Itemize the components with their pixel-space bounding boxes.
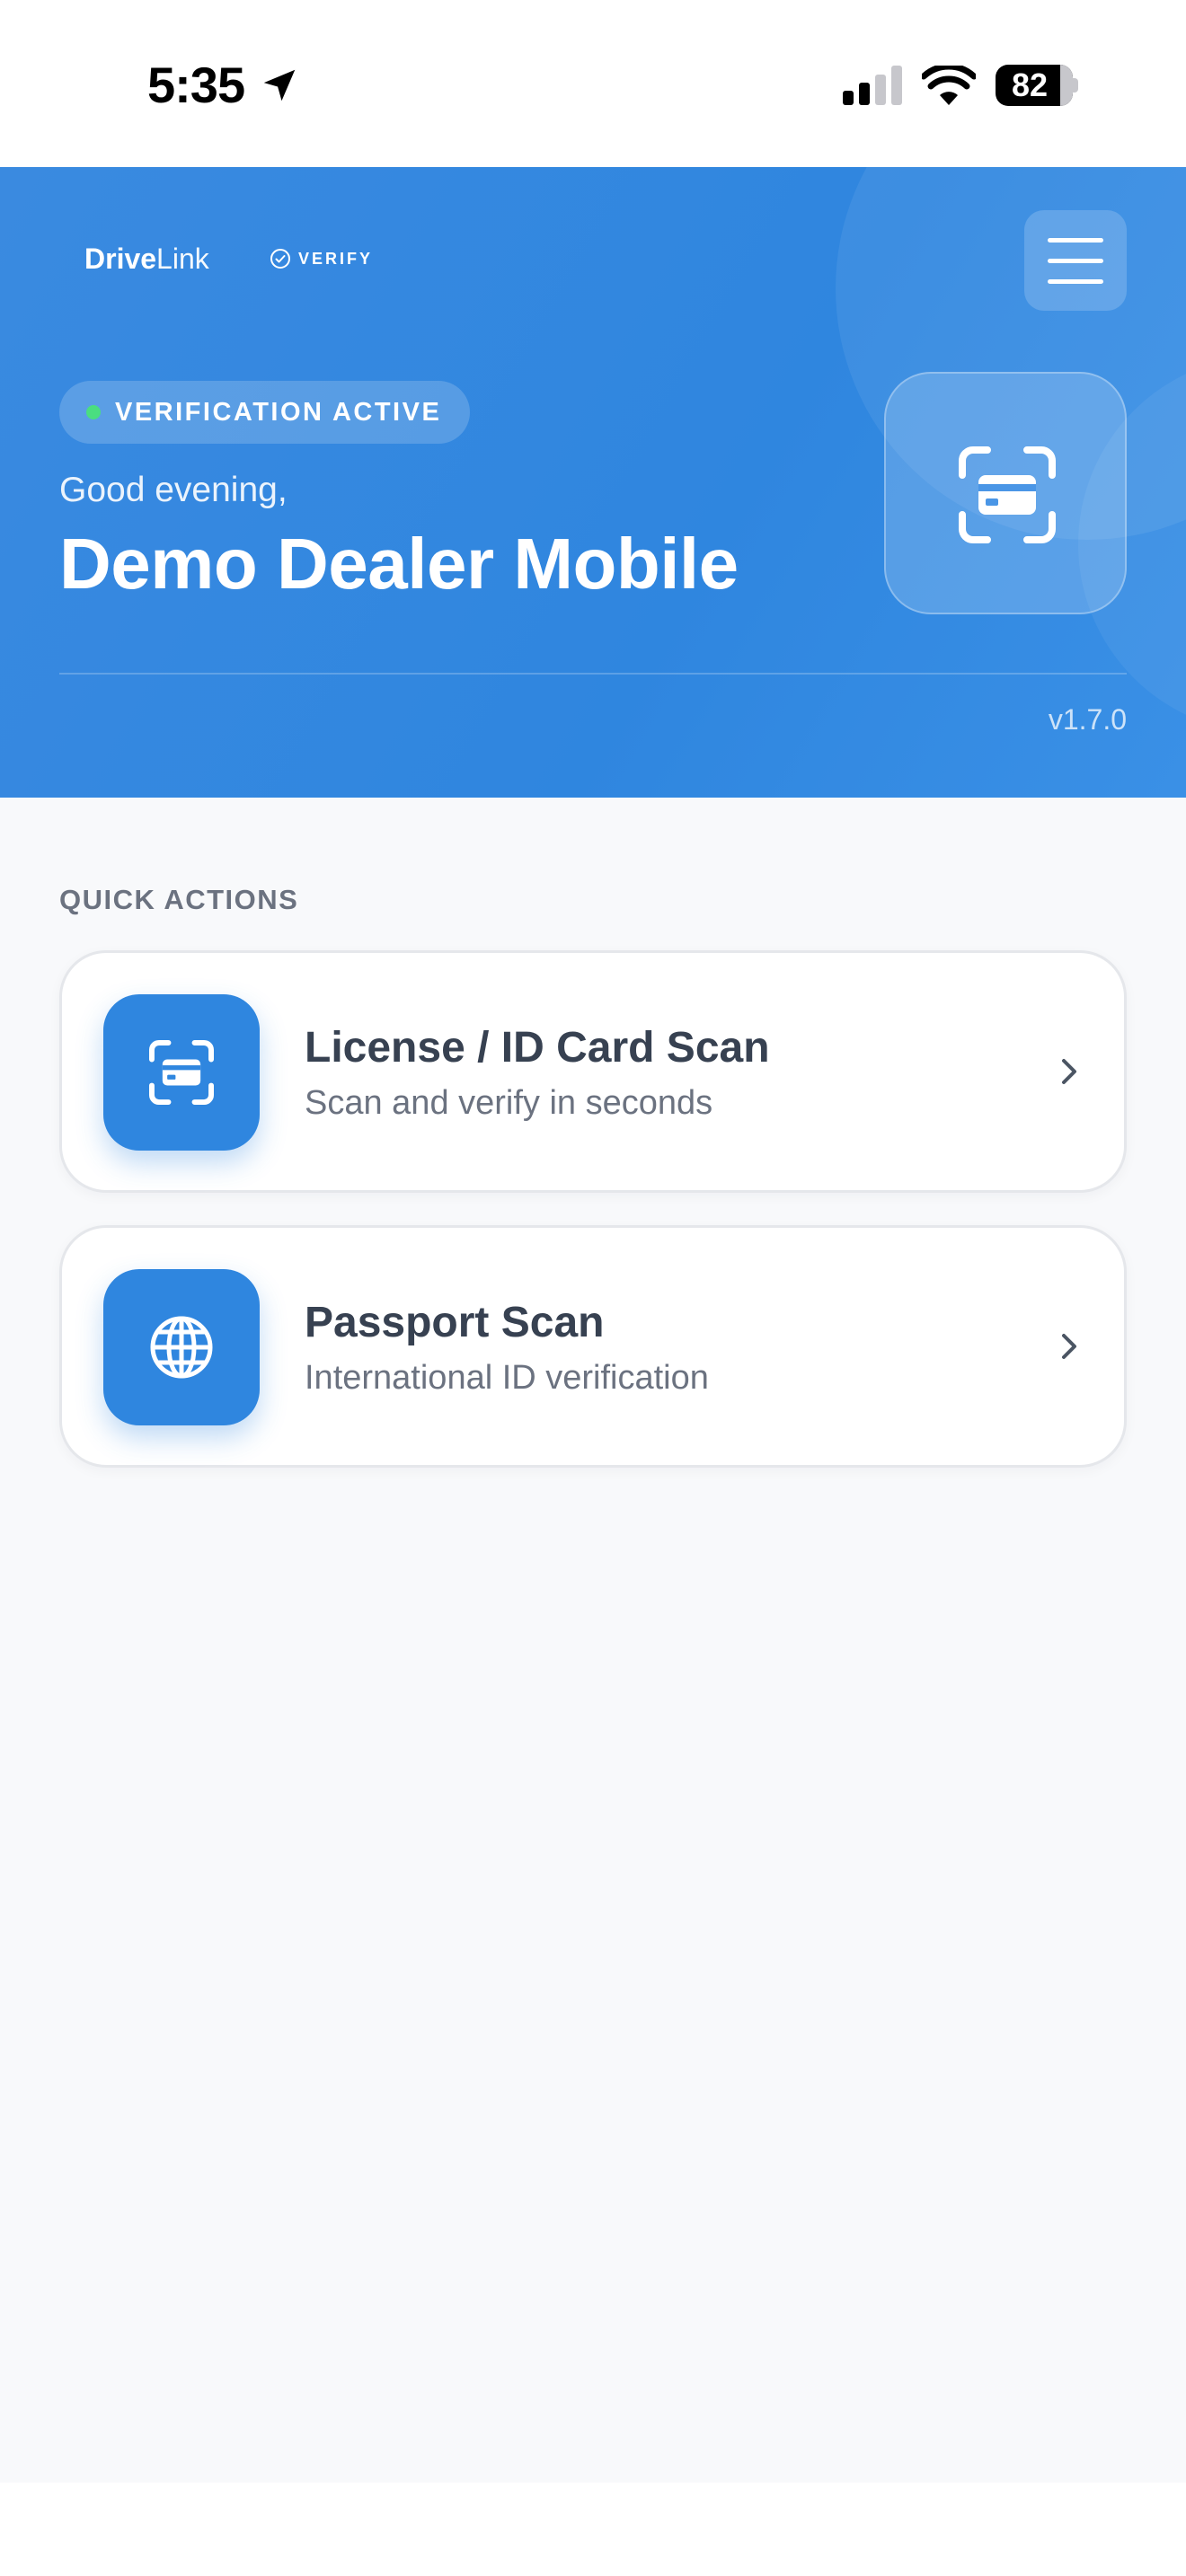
verify-tag: VERIFY — [270, 248, 373, 269]
hero-header: Drive Link VERIFY VERIFICATION ACTIVE Go… — [0, 167, 1186, 798]
screen: 5:35 82 Drive Link VERIFY VERIFICATION A… — [0, 0, 1186, 2576]
wifi-icon — [922, 66, 976, 105]
hero-scan-tile — [884, 372, 1127, 614]
globe-icon — [150, 1316, 213, 1379]
verification-status-text: VERIFICATION ACTIVE — [115, 397, 442, 427]
card-scan-icon — [959, 446, 1056, 543]
greeting-text: Good evening, — [59, 471, 288, 509]
drivelink-logo: Drive Link — [84, 243, 209, 276]
verification-status-badge: VERIFICATION ACTIVE — [59, 381, 471, 444]
passport-scan-card[interactable]: Passport Scan International ID verificat… — [59, 1225, 1127, 1468]
check-circle-icon — [270, 249, 290, 269]
status-bar: 5:35 82 — [0, 0, 1186, 167]
action-title: License / ID Card Scan — [305, 1024, 770, 1072]
logo-light-text: Link — [156, 243, 209, 275]
verify-label: VERIFY — [298, 249, 374, 268]
status-time: 5:35 — [147, 57, 245, 113]
chevron-right-icon — [1062, 1334, 1076, 1359]
action-subtitle: International ID verification — [305, 1359, 709, 1397]
main-content: QUICK ACTIONS License / ID Card Scan Sca… — [0, 798, 1186, 2483]
status-dot-icon — [86, 405, 101, 419]
status-indicators: 82 — [843, 65, 1078, 106]
quick-actions-title: QUICK ACTIONS — [59, 884, 299, 915]
location-arrow-icon — [263, 69, 296, 101]
dealer-name: Demo Dealer Mobile — [59, 524, 739, 604]
action-subtitle: Scan and verify in seconds — [305, 1084, 713, 1122]
app-version: v1.7.0 — [1048, 703, 1127, 736]
hero-divider — [59, 673, 1127, 675]
action-title: Passport Scan — [305, 1299, 605, 1346]
logo-bold-text: Drive — [84, 243, 157, 275]
license-scan-card[interactable]: License / ID Card Scan Scan and verify i… — [59, 950, 1127, 1193]
action-icon-tile — [103, 994, 260, 1151]
bottom-safe-area — [0, 2483, 1186, 2576]
battery-icon: 82 — [996, 65, 1078, 106]
chevron-right-icon — [1062, 1059, 1076, 1084]
menu-button[interactable] — [1024, 210, 1127, 311]
battery-level: 82 — [1011, 66, 1049, 103]
cellular-signal-icon — [843, 66, 902, 105]
card-scan-icon — [148, 1039, 215, 1106]
action-icon-tile — [103, 1269, 260, 1425]
